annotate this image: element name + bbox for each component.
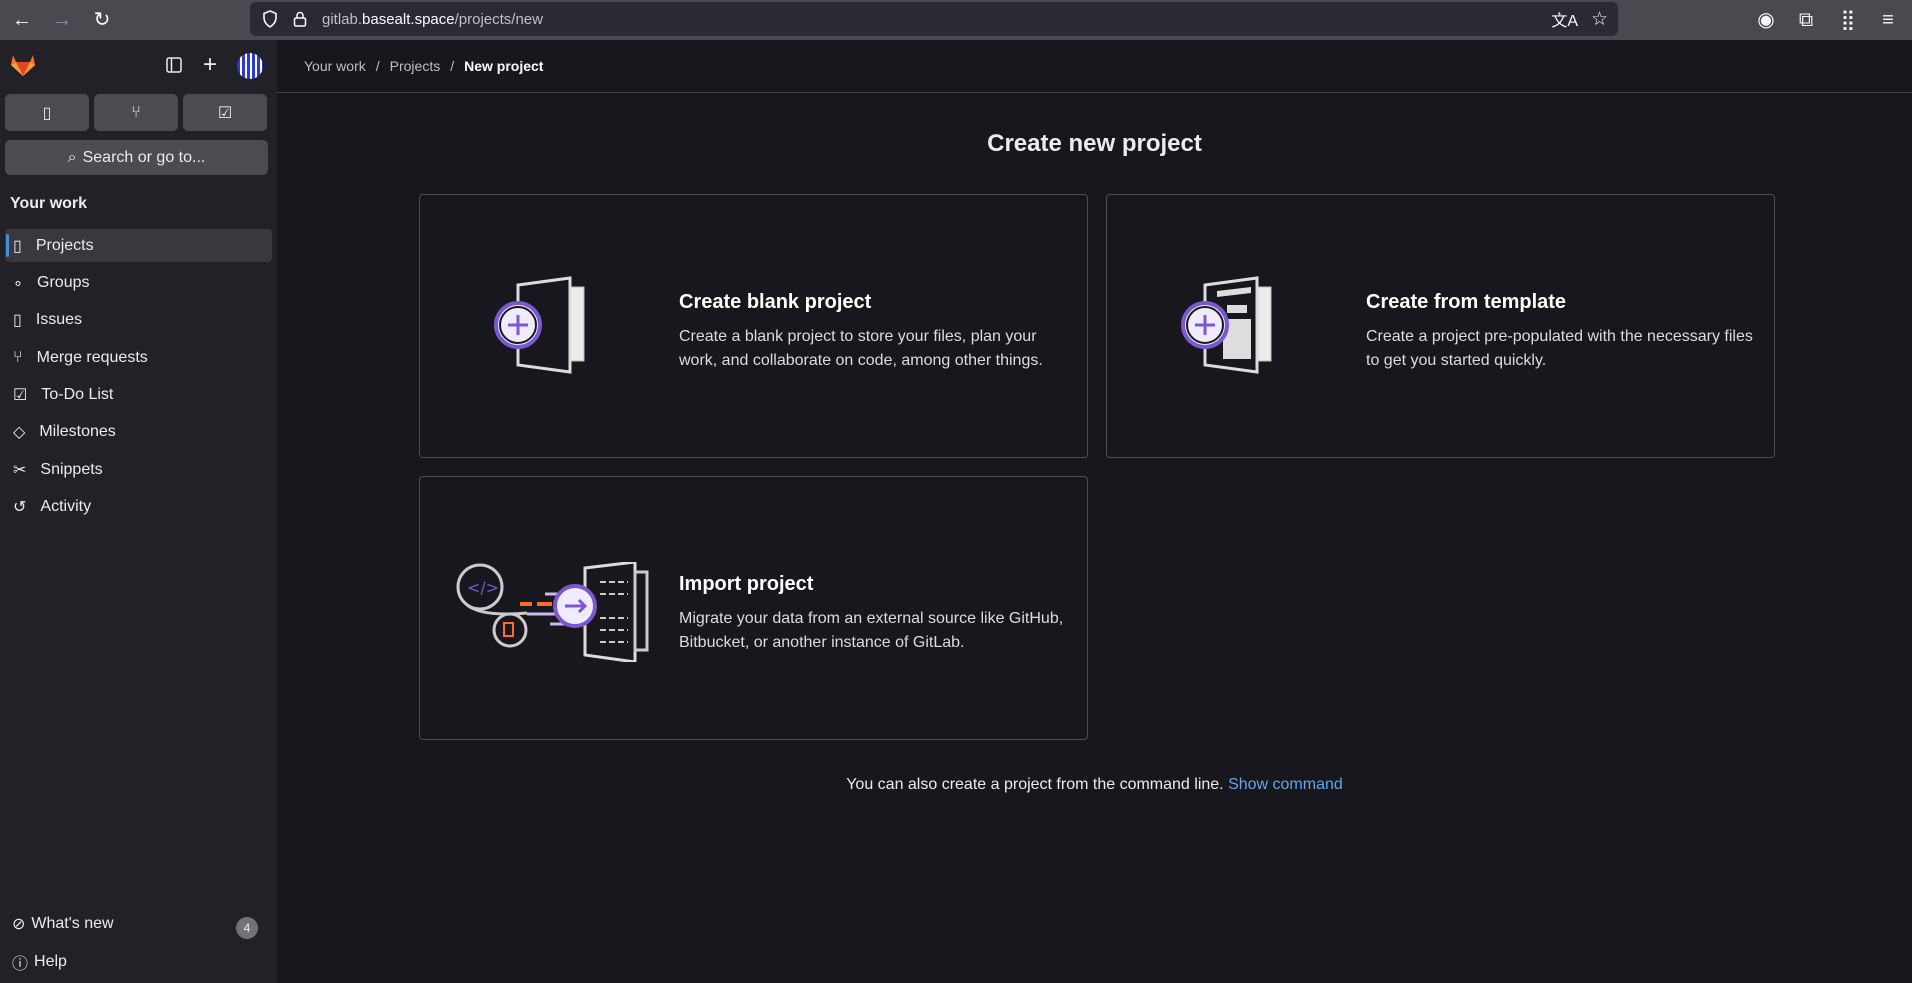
merge-requests-button[interactable]: ⑂ <box>94 94 178 131</box>
card-description: Migrate your data from an external sourc… <box>679 610 1064 651</box>
show-command-link[interactable]: Show command <box>1228 776 1343 793</box>
breadcrumb-projects[interactable]: Projects <box>390 58 441 74</box>
merge-request-icon: ⑂ <box>13 348 23 366</box>
url-text: gitlab.basealt.space/projects/new <box>322 11 543 28</box>
extensions-icon[interactable]: ⧉ <box>1794 8 1818 32</box>
todo-button[interactable]: ☑ <box>183 94 267 131</box>
page-title: Create new project <box>987 130 1202 157</box>
sidebar-item-activity[interactable]: ↺ Activity <box>5 491 272 524</box>
plus-icon[interactable]: + <box>203 51 217 79</box>
search-label: Search or go to... <box>82 148 206 166</box>
translate-icon[interactable]: 文A <box>1551 7 1578 31</box>
whats-new-label: What's new <box>31 915 114 932</box>
sidebar-item-issues[interactable]: ▯ Issues <box>5 304 272 337</box>
import-project-card[interactable]: </> Import project Migrate your data fro… <box>419 476 1088 740</box>
sidebar-item-label: Issues <box>35 311 83 329</box>
issues-icon: ▯ <box>13 312 22 330</box>
shield-icon[interactable] <box>260 10 280 28</box>
account-icon[interactable]: ◉ <box>1754 8 1778 32</box>
browser-toolbar: ← → ↻ gitlab.basealt.space/projects/new … <box>0 0 1912 40</box>
avatar[interactable] <box>237 53 263 79</box>
sidebar-item-groups[interactable]: ∘ Groups <box>5 266 272 299</box>
sidebar-item-label: Projects <box>35 236 94 254</box>
create-from-template-card[interactable]: Create from template Create a project pr… <box>1106 194 1775 458</box>
card-title: Create blank project <box>679 291 872 313</box>
apps-grid-icon[interactable]: ⣿ <box>1836 8 1860 32</box>
card-description: Create a project pre-populated with the … <box>1366 328 1753 369</box>
gitlab-logo-icon[interactable] <box>10 52 36 82</box>
create-blank-project-card[interactable]: Create blank project Create a blank proj… <box>419 194 1088 458</box>
sidebar-item-milestones[interactable]: ◇ Milestones <box>5 416 272 449</box>
sidebar-item-label: Groups <box>37 273 90 291</box>
divider <box>277 92 1912 93</box>
whats-new-count-badge: 4 <box>236 917 258 939</box>
compass-icon: ⊘ <box>12 916 26 933</box>
reload-icon[interactable]: ↻ <box>90 8 114 32</box>
blank-project-illustration-icon <box>490 275 590 380</box>
card-description: Create a blank project to store your fil… <box>679 328 1043 369</box>
sidebar-item-label: To-Do List <box>41 386 114 404</box>
import-illustration-icon: </> <box>455 560 655 667</box>
sidebar-item-merge-requests[interactable]: ⑂ Merge requests <box>5 341 272 374</box>
forward-icon[interactable]: → <box>50 8 74 32</box>
url-host: basealt.space <box>362 10 455 28</box>
sidebar-item-label: Snippets <box>40 460 103 478</box>
url-path: /projects/new <box>454 10 543 28</box>
breadcrumb-your-work[interactable]: Your work <box>304 58 366 74</box>
issues-icon: ▯ <box>42 104 52 122</box>
search-button[interactable]: ⌕ Search or go to... <box>5 140 268 175</box>
lock-icon <box>292 11 308 27</box>
url-prefix: gitlab. <box>322 10 363 28</box>
sidebar-item-snippets[interactable]: ✂ Snippets <box>5 453 272 486</box>
breadcrumb-current: New project <box>464 58 544 74</box>
search-icon: ⌕ <box>67 148 77 166</box>
project-icon: ▯ <box>13 237 22 255</box>
milestone-icon: ◇ <box>13 424 26 442</box>
breadcrumb: Your work / Projects / New project <box>304 58 544 74</box>
svg-text:</>: </> <box>467 578 499 597</box>
whats-new-button[interactable]: ⊘ What's new <box>12 914 114 934</box>
menu-icon[interactable]: ≡ <box>1876 8 1900 32</box>
star-icon[interactable]: ☆ <box>1591 8 1608 31</box>
section-title: Your work <box>10 195 88 212</box>
help-button[interactable]: ⓘ Help <box>12 950 67 974</box>
address-bar[interactable]: gitlab.basealt.space/projects/new 文A ☆ <box>250 2 1618 36</box>
template-illustration-icon <box>1177 275 1277 380</box>
sidebar-toggle-icon[interactable] <box>166 57 182 73</box>
sidebar-item-label: Milestones <box>39 423 116 441</box>
sidebar: + ▯ ⑂ ☑ ⌕ Search or go to... Your work ▯ P… <box>0 40 277 983</box>
snippet-icon: ✂ <box>13 461 27 479</box>
group-icon: ∘ <box>13 274 24 292</box>
sidebar-item-todo[interactable]: ☑ To-Do List <box>5 379 272 412</box>
help-icon: ⓘ <box>12 956 29 973</box>
merge-request-icon: ⑂ <box>131 103 141 121</box>
back-icon[interactable]: ← <box>10 8 34 32</box>
card-title: Import project <box>679 573 814 595</box>
card-title: Create from template <box>1366 291 1567 313</box>
command-line-hint: You can also create a project from the c… <box>277 776 1912 794</box>
sidebar-item-label: Merge requests <box>36 348 148 366</box>
help-label: Help <box>34 953 67 970</box>
history-icon: ↺ <box>13 499 27 517</box>
todo-icon: ☑ <box>13 387 28 405</box>
sidebar-item-label: Activity <box>40 498 92 516</box>
sidebar-item-projects[interactable]: ▯ Projects <box>5 229 272 262</box>
footer-text: You can also create a project from the c… <box>846 776 1224 793</box>
todo-icon: ☑ <box>217 104 233 122</box>
assigned-issues-button[interactable]: ▯ <box>5 94 89 131</box>
